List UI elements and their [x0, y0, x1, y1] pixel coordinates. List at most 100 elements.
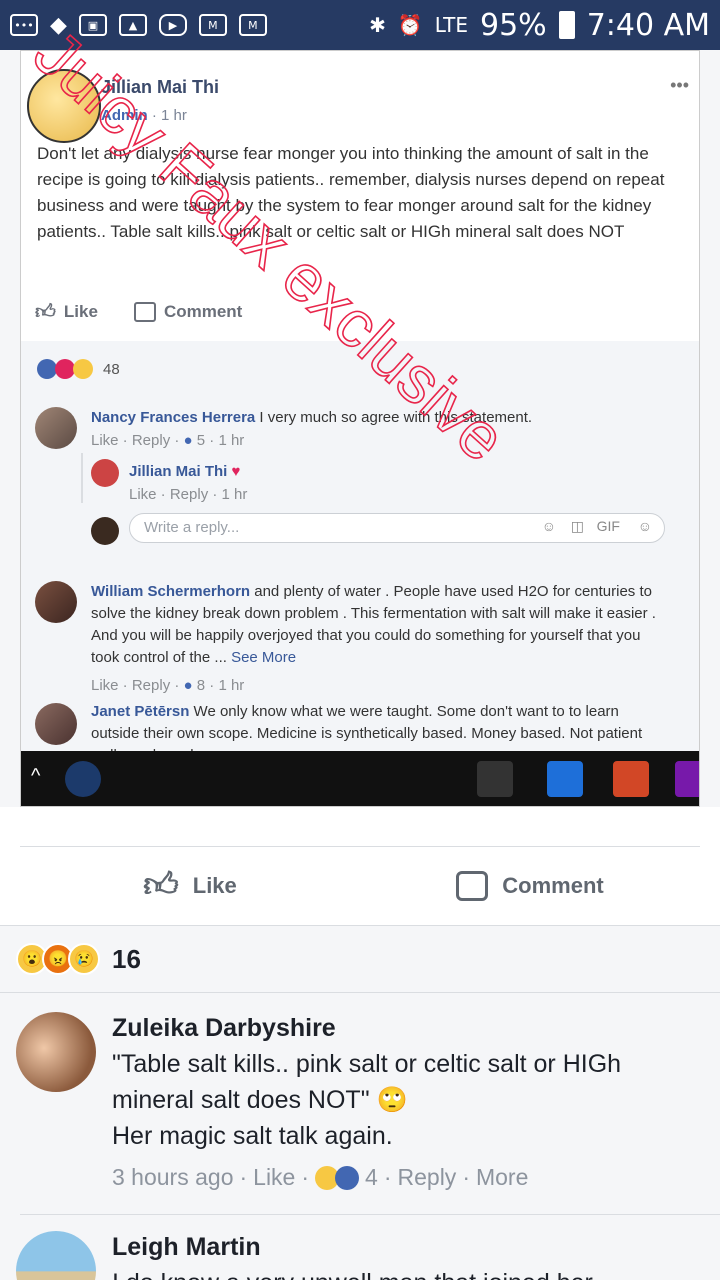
- comment-button[interactable]: Comment: [360, 870, 700, 901]
- commenter-avatar: [35, 407, 77, 449]
- powerpoint-icon: [613, 761, 649, 797]
- reply-placeholder: Write a reply...: [144, 519, 240, 536]
- sad-reaction-icon: 😢: [68, 943, 100, 975]
- image-icon: ▲: [118, 14, 147, 36]
- commenter-name: Janet Pētērsn: [91, 703, 190, 720]
- comment-react-count: 5: [196, 432, 206, 449]
- comment-react-count: 8: [196, 677, 206, 694]
- windows-taskbar: ^: [21, 751, 699, 806]
- gmail-icon: M: [198, 14, 227, 36]
- eraser-icon: ◆: [50, 12, 67, 37]
- youtube-icon: ▶: [158, 14, 187, 36]
- chevron-up-icon: ^: [31, 765, 41, 787]
- comment-time: · 1 hr: [205, 432, 245, 449]
- wow-reaction-icon: [73, 359, 93, 379]
- commenter-name[interactable]: Zuleika Darbyshire: [112, 1014, 336, 1043]
- embedded-like-label: Like: [63, 301, 98, 321]
- commenter-name: Nancy Frances Herrera: [91, 409, 256, 426]
- see-more-link: See More: [231, 649, 297, 666]
- app-alert-icon: [65, 761, 101, 797]
- comment-react-count[interactable]: 4: [365, 1164, 378, 1191]
- commenter-avatar: [35, 581, 77, 623]
- commenter-name[interactable]: Leigh Martin: [112, 1233, 261, 1262]
- comment-meta: Like · Reply · ● 8 · 1 hr: [91, 675, 671, 697]
- reaction-count: 16: [112, 943, 141, 974]
- commenter-avatar: [35, 703, 77, 745]
- comment: Zuleika Darbyshire "Table salt kills.. p…: [0, 994, 720, 1214]
- comment-more-link[interactable]: More: [476, 1164, 528, 1191]
- embedded-comment: Nancy Frances Herrera I very much so agr…: [91, 409, 691, 449]
- comment-like-link[interactable]: Like: [253, 1164, 295, 1191]
- edge-icon: [547, 761, 583, 797]
- more-options-icon: •••: [670, 75, 689, 95]
- commenter-name: William Schermerhorn: [91, 583, 251, 600]
- comment-text: I very much so agree with this statement…: [255, 409, 533, 426]
- battery-percent: 95%: [480, 7, 547, 43]
- battery-icon: [558, 11, 575, 39]
- commenter-avatar[interactable]: [16, 1012, 96, 1092]
- poster-avatar: [27, 69, 101, 143]
- embedded-reaction-count: 48: [103, 360, 120, 378]
- comment-time: 3 hours ago: [112, 1164, 234, 1190]
- comment-text: I do know a very unwell man that joined …: [112, 1265, 702, 1280]
- embedded-comment: Comment: [133, 299, 243, 324]
- embedded-comment: William Schermerhorn and plenty of water…: [91, 581, 671, 697]
- reply-input: Write a reply... ☺ ◫ GIF ☺: [129, 513, 665, 543]
- comment-text-line: Her magic salt talk again.: [112, 1122, 393, 1150]
- comment-meta: Like · Reply · ● 5 · 1 hr: [91, 432, 691, 449]
- embedded-post: Jillian Mai Thi Admin · 1 hr ••• Don't l…: [21, 51, 699, 341]
- replier-avatar: [91, 459, 119, 487]
- comment-label: Comment: [502, 872, 604, 898]
- comment-meta: 3 hours ago · Like · 4 · Reply · More: [112, 1164, 529, 1191]
- onenote-icon: [675, 761, 699, 797]
- like-reaction-icon: [37, 359, 57, 379]
- like-icon: 👍︎: [35, 299, 56, 323]
- embedded-screenshot: Jillian Mai Thi Admin · 1 hr ••• Don't l…: [20, 50, 700, 807]
- gmail-icon-2: M: [238, 14, 267, 36]
- reply-meta: Like · Reply · 1 hr: [129, 486, 248, 503]
- comment-actions: Like · Reply ·: [91, 432, 184, 449]
- embedded-comments: 48 Nancy Frances Herrera I very much so …: [21, 341, 699, 764]
- embedded-reply: Jillian Mai Thi ♥ Like · Reply · 1 hr: [129, 463, 247, 503]
- comment-reply-link[interactable]: Reply: [398, 1164, 457, 1191]
- sticker-icon: ☺: [637, 518, 652, 534]
- poster-meta: Admin · 1 hr: [101, 107, 187, 124]
- embedded-post-actions: 👍︎ Like Comment: [35, 299, 242, 324]
- status-bar: ••• ◆ ▣ ▲ ▶ M M ✱ ⏰ LTE 95% 7:40 AM: [0, 0, 720, 50]
- poster-time: · 1 hr: [151, 107, 187, 124]
- like-button[interactable]: 👍︎ Like: [20, 865, 360, 906]
- embedded-reactions: 48: [37, 359, 120, 379]
- comment-time: · 1 hr: [205, 677, 245, 694]
- comment-text: "Table salt kills.. pink salt or celtic …: [112, 1050, 622, 1114]
- comment-icon: [456, 870, 489, 901]
- post-action-bar: 👍︎ Like Comment: [20, 846, 700, 924]
- like-reaction-icon: [335, 1165, 360, 1190]
- commenter-avatar[interactable]: [16, 1231, 96, 1280]
- camera-icon: ◫: [570, 518, 584, 534]
- emoji-icon: ☺: [541, 518, 556, 534]
- like-reaction-icon: ●: [183, 677, 193, 694]
- chrome-icon: [477, 761, 513, 797]
- heart-icon: ♥: [231, 463, 241, 480]
- comment-actions: Like · Reply ·: [91, 677, 184, 694]
- bluetooth-icon: ✱: [369, 13, 386, 37]
- lte-signal-icon: LTE: [434, 13, 468, 37]
- comment: Leigh Martin I do know a very unwell man…: [0, 1215, 720, 1280]
- like-icon: 👍︎: [143, 865, 179, 905]
- replier-name: Jillian Mai Thi: [129, 463, 228, 480]
- poster-name: Jillian Mai Thi: [101, 77, 220, 97]
- clock: 7:40 AM: [586, 7, 710, 43]
- embedded-like: 👍︎ Like: [35, 299, 98, 324]
- reply-thread-line: [81, 453, 83, 503]
- reaction-summary[interactable]: 😮 😠 😢 16: [0, 925, 720, 993]
- alarm-icon: ⏰: [397, 13, 423, 37]
- embedded-comment-label: Comment: [163, 301, 243, 321]
- gallery-icon: ▣: [78, 14, 107, 36]
- comment-icon: [133, 301, 156, 322]
- messenger-icon: •••: [10, 14, 38, 36]
- post-body: Don't let any dialysis nurse fear monger…: [37, 144, 665, 241]
- love-reaction-icon: [55, 359, 75, 379]
- gif-icon: GIF: [596, 518, 620, 534]
- current-user-avatar: [91, 517, 119, 545]
- admin-badge: Admin: [101, 107, 148, 124]
